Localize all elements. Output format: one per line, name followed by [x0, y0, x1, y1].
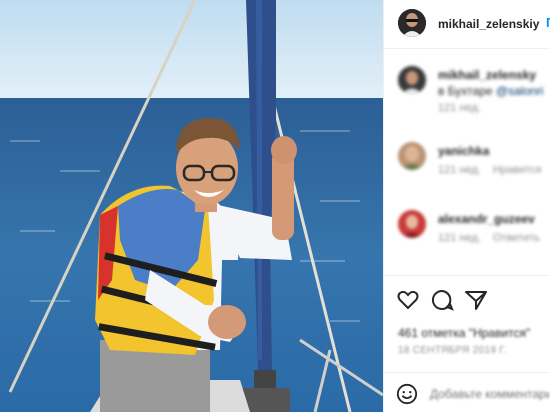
like-comment-link[interactable]: Нравится: [493, 164, 542, 176]
commenter-avatar[interactable]: [398, 142, 426, 170]
comment-time: 121 нед.: [438, 232, 481, 244]
comment-username[interactable]: yanichka: [438, 144, 489, 158]
comment-text: в Бухтаре @salonri: [438, 84, 543, 98]
reply-link[interactable]: Ответить: [493, 232, 540, 244]
follow-button[interactable]: П: [546, 15, 550, 30]
share-icon[interactable]: [464, 288, 488, 312]
comment-meta: 121 нед. Нравится: [438, 164, 550, 176]
post-date: 18 СЕНТЯБРЯ 2019 Г.: [398, 345, 507, 356]
hand: [271, 136, 297, 164]
commenter-avatar[interactable]: [398, 210, 426, 238]
comment-meta: 121 нед.: [438, 102, 493, 114]
post-header: mikhail_zelenskiy П: [384, 0, 550, 49]
post-photo[interactable]: [0, 0, 383, 412]
comment-item: mikhail_zelensky в Бухтаре @salonri 121 …: [384, 62, 550, 132]
sky: [0, 0, 383, 100]
likes-count[interactable]: 461 отметка "Нравится": [398, 326, 530, 340]
author-avatar[interactable]: [398, 9, 426, 37]
avatar-icon: [398, 66, 426, 94]
comment-username[interactable]: mikhail_zelensky: [438, 68, 536, 82]
post-sidebar: mikhail_zelenskiy П mikhail_zelensky в Б…: [383, 0, 550, 412]
avatar-icon: [398, 210, 426, 238]
comment-icon[interactable]: [430, 288, 454, 312]
post-actions: 461 отметка "Нравится": [384, 275, 550, 340]
add-comment-bar: [384, 372, 550, 412]
mast-base: [254, 370, 276, 390]
comment-item: alexandr_guzeev 121 нед. Ответить: [384, 206, 550, 275]
photo-scene: [0, 0, 383, 412]
commenter-avatar[interactable]: [398, 66, 426, 94]
comment-body: в Бухтаре: [438, 84, 493, 98]
comment-time: 121 нед.: [438, 164, 481, 176]
comment-item: yanichka 121 нед. Нравится: [384, 138, 550, 208]
avatar-icon: [398, 9, 426, 37]
mention-link[interactable]: @salonri: [496, 84, 544, 98]
avatar-icon: [398, 142, 426, 170]
comment-time: 121 нед.: [438, 102, 481, 114]
heart-icon[interactable]: [396, 288, 420, 312]
comments-list: mikhail_zelensky в Бухтаре @salonri 121 …: [384, 48, 550, 275]
add-comment-input[interactable]: [430, 387, 550, 401]
emoji-icon[interactable]: [396, 383, 418, 405]
comment-username[interactable]: alexandr_guzeev: [438, 212, 535, 226]
comment-meta: 121 нед. Ответить: [438, 232, 550, 244]
author-username[interactable]: mikhail_zelenskiy: [438, 17, 539, 31]
